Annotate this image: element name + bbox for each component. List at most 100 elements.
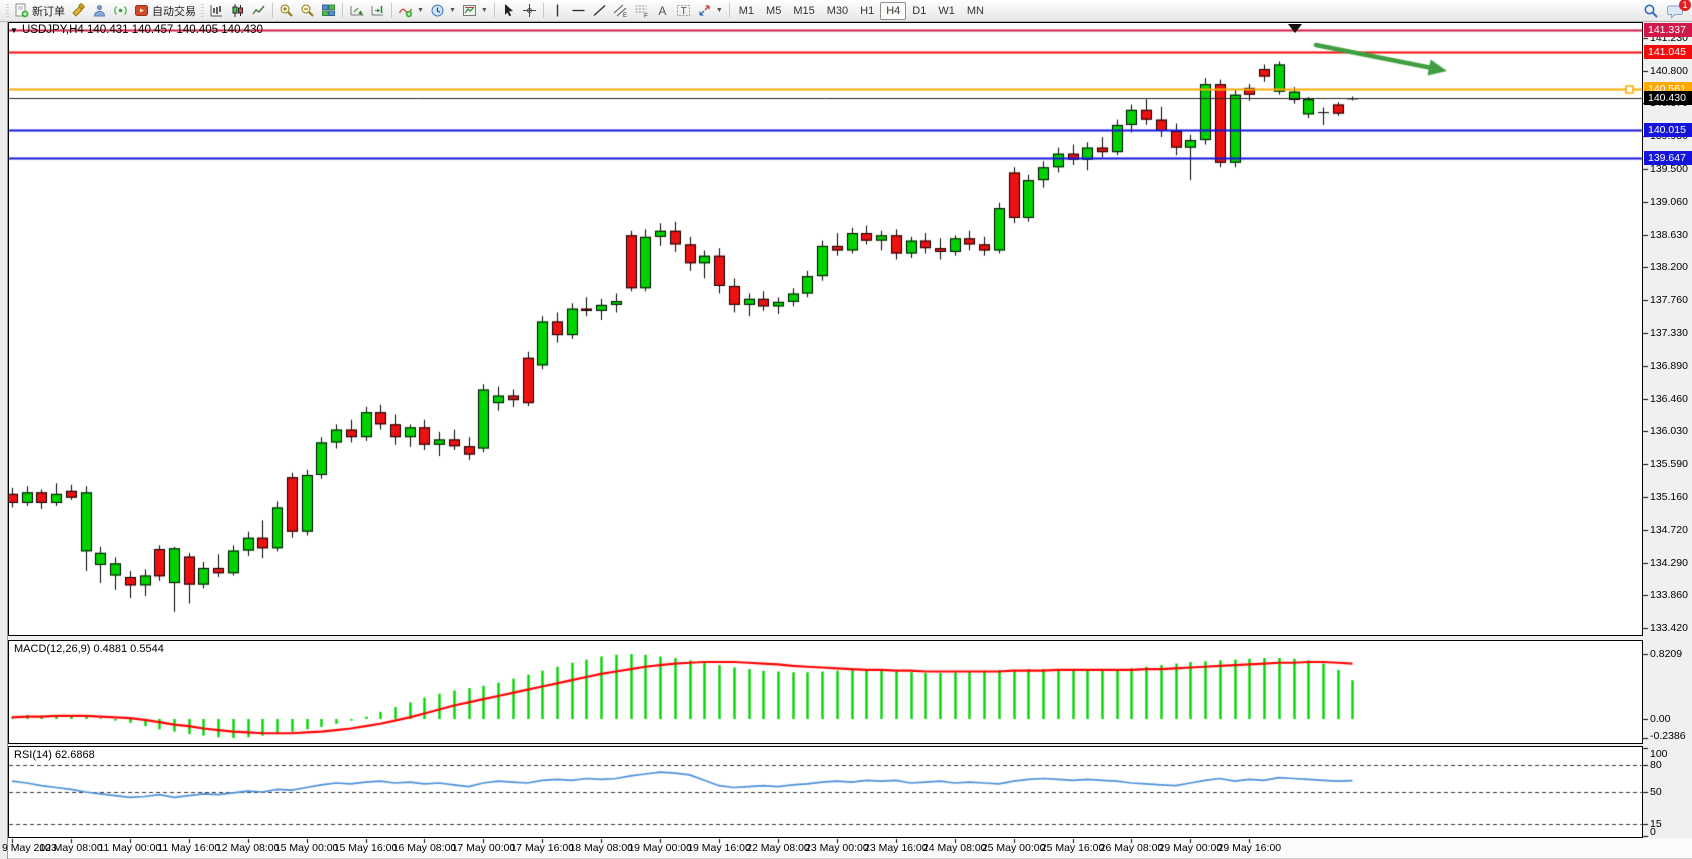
signals-button[interactable] bbox=[110, 1, 131, 21]
autotrade-button[interactable]: 自动交易 bbox=[131, 1, 199, 21]
time-axis-label: 11 May 16:00 bbox=[157, 842, 220, 854]
price-level-tag: 141.337 bbox=[1644, 23, 1692, 37]
equidistant-channel-button[interactable]: E bbox=[610, 1, 631, 21]
timeframe-m15[interactable]: M15 bbox=[787, 2, 820, 20]
price-axis-tick: 138.630 bbox=[1650, 229, 1688, 241]
tile-windows-button[interactable] bbox=[318, 1, 339, 21]
text-label-icon: T bbox=[676, 3, 691, 18]
timeframe-mn[interactable]: MN bbox=[961, 2, 990, 20]
rsi-axis-tick: 80 bbox=[1650, 759, 1662, 771]
svg-text:F: F bbox=[644, 13, 648, 19]
horizontal-line-button[interactable] bbox=[568, 1, 589, 21]
indicators-button[interactable]: ▼ bbox=[395, 1, 427, 21]
time-axis-label: 12 May 08:00 bbox=[216, 842, 280, 854]
search-icon[interactable] bbox=[1643, 3, 1659, 19]
bar-chart-icon bbox=[209, 3, 224, 18]
chevron-down-icon: ▼ bbox=[481, 7, 488, 14]
time-axis-label: 29 May 16:00 bbox=[1217, 842, 1281, 854]
toolbar-separator bbox=[342, 3, 343, 18]
vertical-line-button[interactable] bbox=[547, 1, 568, 21]
crosshair-button[interactable] bbox=[519, 1, 540, 21]
autotrade-icon bbox=[134, 3, 149, 18]
time-axis-label: 26 May 08:00 bbox=[1100, 842, 1164, 854]
periods-button[interactable]: ▼ bbox=[427, 1, 459, 21]
macd-axis-tick: -0.2386 bbox=[1650, 730, 1686, 742]
templates-icon bbox=[462, 3, 477, 18]
price-axis-tick: 133.860 bbox=[1650, 589, 1688, 601]
autotrade-label: 自动交易 bbox=[152, 3, 196, 19]
timeframe-w1[interactable]: W1 bbox=[932, 2, 961, 20]
cursor-button[interactable] bbox=[498, 1, 519, 21]
time-axis-label: 15 May 16:00 bbox=[334, 842, 398, 854]
templates-button[interactable]: ▼ bbox=[459, 1, 491, 21]
zoom-in-button[interactable] bbox=[276, 1, 297, 21]
toolbar-grip bbox=[6, 4, 9, 18]
time-axis-label: 19 May 16:00 bbox=[687, 842, 751, 854]
text-label-button[interactable]: T bbox=[673, 1, 694, 21]
bar-chart-button[interactable] bbox=[206, 1, 227, 21]
svg-text:T: T bbox=[680, 6, 686, 17]
chart-shift-icon bbox=[370, 3, 385, 18]
chat-button[interactable]: 1 bbox=[1667, 3, 1684, 19]
toolbar: 新订单 自动交易 ▼ ▼ ▼ E F A T ▼ M1M5M15M30H1H4D… bbox=[0, 0, 1692, 22]
metaeditor-icon bbox=[71, 3, 86, 18]
timeframe-m5[interactable]: M5 bbox=[760, 2, 787, 20]
notification-badge: 1 bbox=[1679, 0, 1691, 11]
periods-clock-icon bbox=[430, 3, 445, 18]
time-axis-label: 11 May 00:00 bbox=[98, 842, 161, 854]
trendline-icon bbox=[592, 3, 607, 18]
community-icon bbox=[92, 3, 107, 18]
chart-shift-button[interactable] bbox=[367, 1, 388, 21]
timeframe-m30[interactable]: M30 bbox=[821, 2, 854, 20]
community-button[interactable] bbox=[89, 1, 110, 21]
chevron-down-icon: ▼ bbox=[417, 7, 424, 14]
toolbar-separator bbox=[729, 3, 730, 18]
timeframe-h4[interactable]: H4 bbox=[880, 2, 906, 20]
price-axis-tick: 137.330 bbox=[1650, 327, 1688, 339]
price-axis-tick: 134.290 bbox=[1650, 557, 1688, 569]
price-axis-tick: 135.160 bbox=[1650, 491, 1688, 503]
time-axis-label: 25 May 00:00 bbox=[982, 842, 1046, 854]
price-axis-tick: 138.200 bbox=[1650, 261, 1688, 273]
fibonacci-button[interactable]: F bbox=[631, 1, 652, 21]
toolbar-separator bbox=[272, 3, 273, 18]
timeframe-d1[interactable]: D1 bbox=[906, 2, 932, 20]
time-axis-label: 15 May 00:00 bbox=[275, 842, 339, 854]
text-button[interactable]: A bbox=[652, 1, 673, 21]
metaeditor-button[interactable] bbox=[68, 1, 89, 21]
new-order-icon bbox=[14, 3, 29, 18]
toolbar-grip bbox=[201, 4, 204, 18]
time-axis-label: 17 May 16:00 bbox=[510, 842, 574, 854]
candle-chart-button[interactable] bbox=[227, 1, 248, 21]
auto-scroll-button[interactable] bbox=[346, 1, 367, 21]
zoom-out-icon bbox=[300, 3, 315, 18]
svg-text:A: A bbox=[658, 4, 666, 18]
chart-canvas bbox=[0, 0, 1692, 859]
time-axis-label: 23 May 16:00 bbox=[864, 842, 928, 854]
svg-text:E: E bbox=[623, 13, 627, 18]
line-chart-button[interactable] bbox=[248, 1, 269, 21]
zoom-out-button[interactable] bbox=[297, 1, 318, 21]
symbol-dropdown-caret[interactable]: ▼ bbox=[10, 26, 18, 35]
chevron-down-icon: ▼ bbox=[716, 7, 723, 14]
time-axis-label: 22 May 08:00 bbox=[746, 842, 810, 854]
timeframe-m1[interactable]: M1 bbox=[733, 2, 760, 20]
time-axis-label: 25 May 16:00 bbox=[1041, 842, 1105, 854]
rsi-axis-tick: 0 bbox=[1650, 826, 1656, 838]
new-order-button[interactable]: 新订单 bbox=[11, 1, 68, 21]
price-level-tag: 140.015 bbox=[1644, 123, 1692, 137]
trendline-button[interactable] bbox=[589, 1, 610, 21]
price-axis-tick: 136.030 bbox=[1650, 425, 1688, 437]
price-axis-tick: 134.720 bbox=[1650, 524, 1688, 536]
time-axis-label: 29 May 00:00 bbox=[1159, 842, 1223, 854]
zoom-in-icon bbox=[279, 3, 294, 18]
candle-chart-icon bbox=[230, 3, 245, 18]
timeframe-h1[interactable]: H1 bbox=[854, 2, 880, 20]
chart-shift-marker[interactable] bbox=[1288, 24, 1302, 33]
price-level-tag: 141.045 bbox=[1644, 45, 1692, 59]
arrows-tool-button[interactable]: ▼ bbox=[694, 1, 726, 21]
text-icon: A bbox=[655, 3, 670, 18]
price-level-tag: 139.647 bbox=[1644, 151, 1692, 165]
current-price-tag: 140.430 bbox=[1644, 91, 1692, 105]
rsi-axis-tick: 50 bbox=[1650, 786, 1662, 798]
